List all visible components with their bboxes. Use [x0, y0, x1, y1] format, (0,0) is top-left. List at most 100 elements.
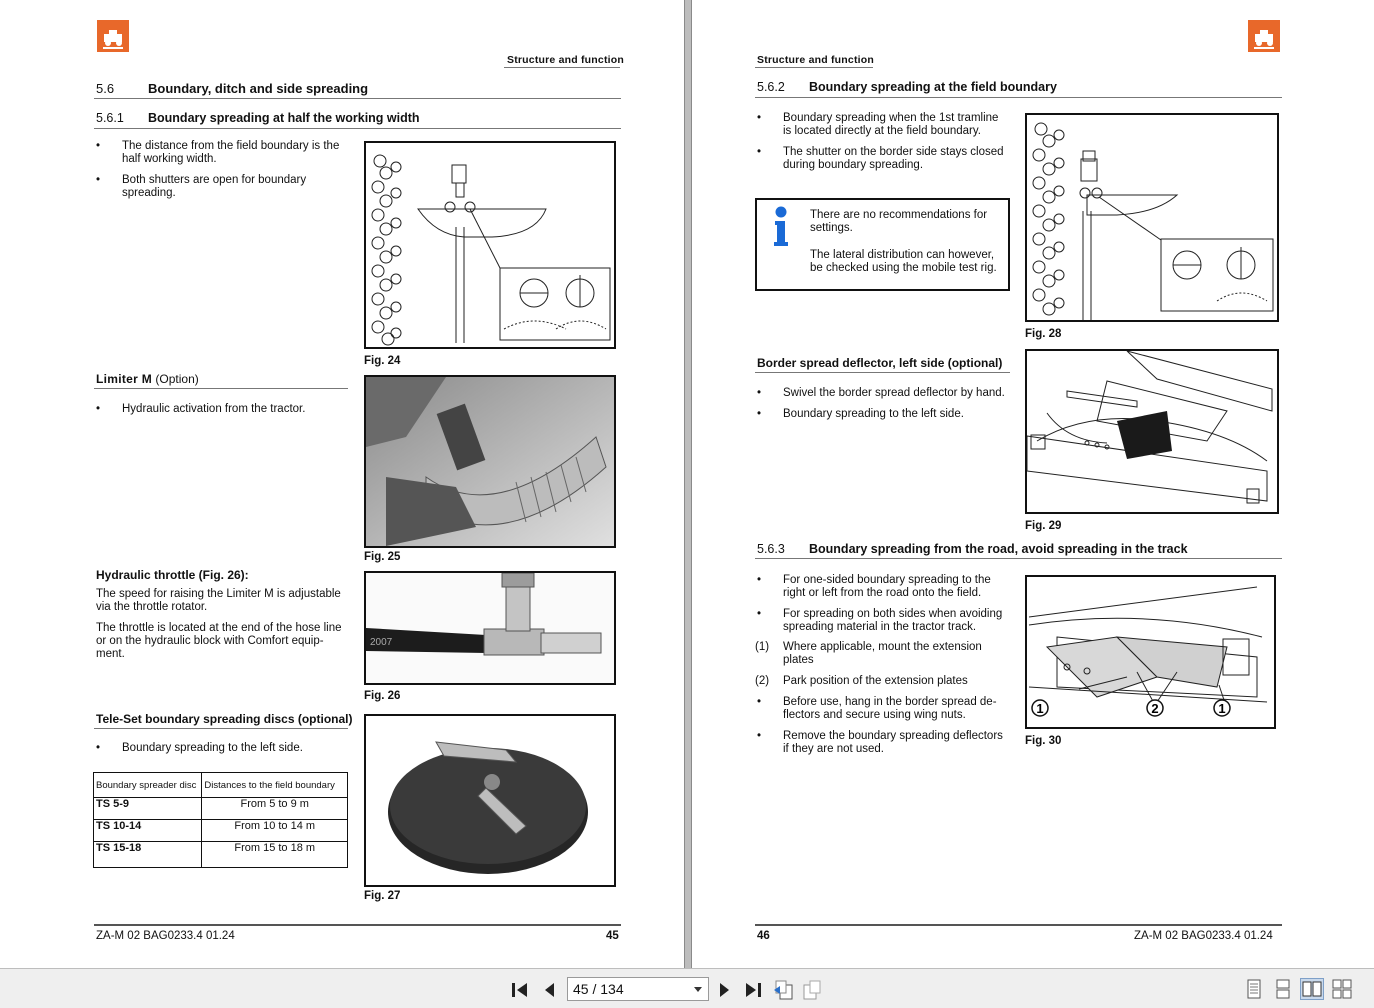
figure-27-spreading-disc-photo — [364, 714, 616, 887]
figure-caption: Fig. 29 — [1025, 520, 1062, 532]
subsection-heading: 5.6.1 Boundary spreading at half the work… — [96, 111, 420, 125]
bullet-item: Boundary spreading to the left side. — [757, 408, 1007, 421]
next-view-icon — [803, 980, 821, 1000]
table-cell: From 10 to 14 m — [201, 819, 348, 842]
last-page-icon — [746, 983, 761, 997]
next-page-icon — [720, 983, 729, 997]
limiter-heading: Limiter M (Option) — [96, 372, 199, 386]
table-cell: TS 10-14 — [92, 819, 203, 842]
info-note: There are no recommendations for setting… — [755, 198, 1010, 291]
table-header-row: Boundary spreader disc Distances to the … — [92, 772, 348, 798]
figure-caption: Fig. 25 — [364, 551, 401, 563]
page-number-input[interactable]: 45 / 134 — [567, 977, 709, 1001]
bullet-item: Swivel the border spread deflector by ha… — [757, 387, 1007, 400]
amazone-logo — [97, 20, 129, 52]
divider — [755, 97, 1282, 98]
divider — [755, 558, 1282, 559]
figure-caption: Fig. 30 — [1025, 735, 1062, 747]
teleset-heading: Tele-Set boundary spreading discs (optio… — [96, 712, 353, 726]
running-header: Structure and function — [507, 54, 624, 66]
chevron-down-icon[interactable] — [694, 987, 702, 992]
bullet-item: Hydraulic activation from the tractor. — [96, 403, 348, 416]
figure-26-throttle-photo: 2007 — [364, 571, 616, 685]
throttle-heading: Hydraulic throttle (Fig. 26): — [96, 568, 249, 582]
footer-rule — [755, 924, 1282, 926]
bullet-item: Boundary spreading when the 1st tramline… — [757, 112, 1007, 138]
page-46: Structure and function 5.6.2 Boundary spr… — [692, 0, 1374, 968]
table-header: Distances to the field boundary — [201, 772, 348, 798]
page-45: Structure and function 5.6 Boundary, ditc… — [0, 0, 684, 968]
hedge-icon — [371, 154, 402, 346]
deflector-heading: Border spread deflector, left side (opti… — [757, 356, 1003, 370]
list-item: • For spreading on both sides when avoidi… — [757, 608, 1003, 633]
first-page-button[interactable] — [509, 979, 531, 1001]
figure-29-deflector-drawing — [1025, 349, 1279, 514]
bullet-item: Boundary spreading to the left side. — [96, 742, 348, 755]
section-heading: 5.6 Boundary, ditch and side spreading — [96, 81, 369, 96]
table-cell: TS 15-18 — [92, 841, 203, 868]
table-cell: From 5 to 9 m — [201, 797, 348, 820]
footer-rule — [94, 924, 621, 926]
paragraph: The throttle is located at the end of th… — [96, 622, 342, 660]
paragraph: The speed for raising the Limiter M is a… — [96, 588, 341, 613]
previous-page-icon — [545, 983, 554, 997]
list-item: (1) Where applicable, mount the extension… — [755, 641, 982, 666]
info-text: The lateral distribution can however, be… — [810, 249, 997, 274]
bullet-item: The shutter on the border side stays clo… — [757, 146, 1007, 172]
previous-view-button[interactable] — [772, 979, 794, 1001]
footer-doc-id: ZA-M 02 BAG0233.4 01.24 — [96, 930, 235, 942]
divider — [94, 128, 621, 129]
continuous-view-button[interactable] — [1271, 978, 1295, 1000]
figure-caption: Fig. 26 — [364, 690, 401, 702]
figure-caption: Fig. 28 — [1025, 328, 1062, 340]
callout-2: 2 — [1146, 699, 1164, 717]
info-icon — [771, 206, 791, 246]
continuous-facing-icon — [1332, 979, 1352, 999]
first-page-icon — [512, 983, 527, 997]
next-page-button[interactable] — [714, 979, 736, 1001]
running-header: Structure and function — [757, 54, 874, 66]
table-cell: TS 5-9 — [92, 797, 203, 820]
divider — [504, 67, 620, 68]
next-view-button[interactable] — [802, 979, 824, 1001]
previous-page-button[interactable] — [538, 979, 560, 1001]
facing-view-button[interactable] — [1300, 978, 1324, 1000]
divider — [94, 388, 348, 389]
list-item: • For one-sided boundary spreading to the… — [757, 574, 991, 599]
page-gutter — [684, 0, 692, 968]
callout-1-right: 1 — [1213, 699, 1231, 717]
divider — [94, 98, 621, 99]
pdf-viewer: Structure and function 5.6 Boundary, ditc… — [0, 0, 1374, 1008]
callout-1-left: 1 — [1031, 699, 1049, 717]
svg-text:2: 2 — [1151, 701, 1158, 716]
last-page-button[interactable] — [742, 979, 764, 1001]
page-number: 46 — [757, 930, 770, 942]
table-header: Boundary spreader disc — [92, 772, 203, 798]
table-row: TS 5-9 From 5 to 9 m — [92, 797, 348, 820]
continuous-page-icon — [1276, 979, 1290, 999]
page-number: 45 — [606, 930, 619, 942]
footer-doc-id: ZA-M 02 BAG0233.4 01.24 — [1134, 930, 1273, 942]
facing-pages-icon — [1302, 981, 1322, 997]
hedge-icon — [1032, 122, 1065, 316]
figure-caption: Fig. 27 — [364, 890, 401, 902]
divider — [755, 67, 873, 68]
divider — [94, 728, 348, 729]
continuous-facing-view-button[interactable] — [1330, 978, 1354, 1000]
list-item: • Before use, hang in the border spread d… — [757, 696, 997, 721]
bullet-item: Both shutters are open for boundary spre… — [96, 174, 348, 200]
bullet-item: The distance from the field boundary is … — [96, 140, 348, 166]
hose-marking: 2007 — [370, 637, 393, 648]
svg-text:1: 1 — [1218, 701, 1225, 716]
amazone-logo — [1248, 20, 1280, 52]
divider — [755, 372, 1010, 373]
single-page-view-button[interactable] — [1242, 978, 1266, 1000]
list-item: • Remove the boundary spreading deflector… — [757, 730, 1003, 755]
page-number-display: 45 / 134 — [573, 981, 624, 997]
previous-view-icon — [774, 980, 793, 1000]
subsection-heading: 5.6.2 Boundary spreading at the field bou… — [757, 80, 1057, 94]
info-text: There are no recommendations for setting… — [810, 209, 988, 234]
table-cell: From 15 to 18 m — [201, 841, 348, 868]
teleset-table: Boundary spreader disc Distances to the … — [92, 772, 348, 868]
viewer-toolbar: 45 / 134 — [0, 968, 1374, 1008]
